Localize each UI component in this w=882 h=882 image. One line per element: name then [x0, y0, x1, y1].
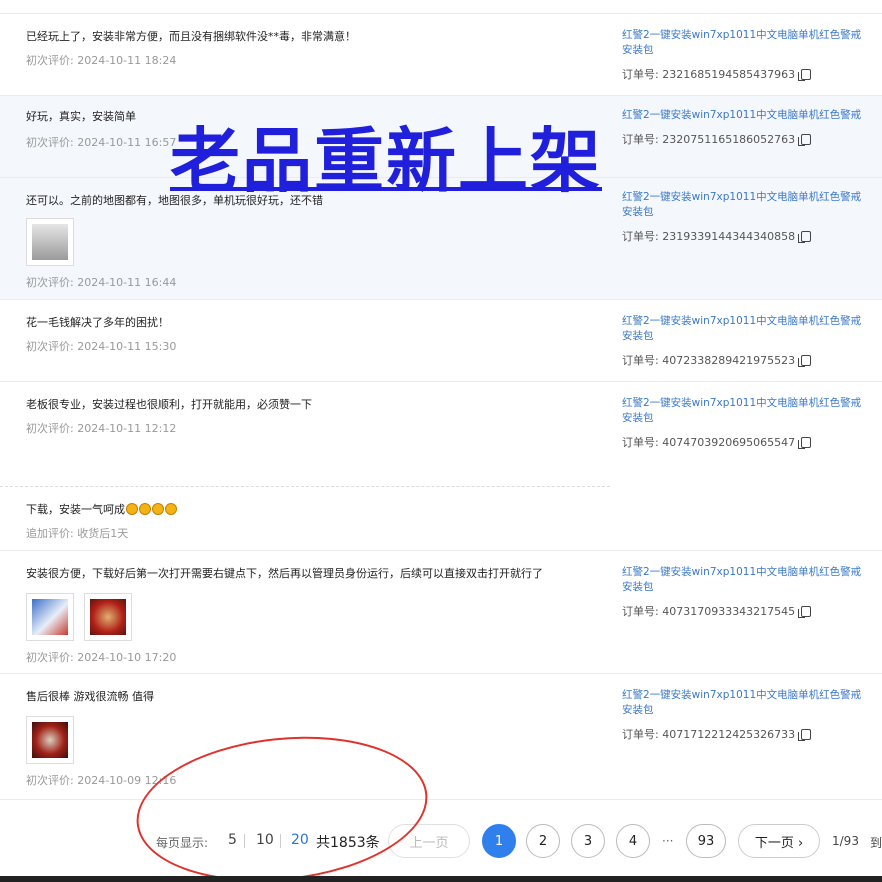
copy-icon[interactable] [798, 436, 812, 449]
review-comment: 老板很专业，安装过程也很顺利，打开就能用，必须赞一下 [26, 398, 312, 411]
product-link[interactable]: 红警2一键安装win7xp1011中文电脑单机红色警戒 [622, 28, 882, 43]
order-text: 订单号: 4071712212425326733 [622, 728, 796, 741]
product-link-cont[interactable]: 安装包 [622, 703, 882, 718]
product-link-cont[interactable]: 安装包 [622, 580, 882, 595]
review-product-info: 红警2一键安装win7xp1011中文电脑单机红色警戒 安装包 订单号: 407… [622, 396, 882, 450]
clap-emoji-icon [126, 503, 138, 515]
order-text: 订单号: 2320751165186052763 [622, 133, 796, 146]
review-row: 花一毛钱解决了多年的困扰！ 初次评价: 2024-10-11 15:30 红警2… [0, 300, 882, 382]
review-comment: 好玩，真实，安装简单 [26, 110, 136, 123]
order-number: 订单号: 2321685194585437963 [622, 66, 882, 82]
page-ellipsis: ··· [662, 834, 674, 848]
review-image[interactable] [26, 716, 74, 764]
order-number: 订单号: 4072338289421975523 [622, 352, 882, 368]
copy-icon[interactable] [798, 133, 812, 146]
review-row: 售后很棒 游戏很流畅 值得 初次评价: 2024-10-09 12:16 红警2… [0, 674, 882, 800]
bottom-scrollbar [0, 876, 882, 882]
page-4[interactable]: 4 [616, 824, 650, 858]
review-images [26, 593, 132, 641]
copy-icon[interactable] [798, 728, 812, 741]
copy-icon[interactable] [798, 68, 812, 81]
product-link[interactable]: 红警2一键安装win7xp1011中文电脑单机红色警戒 [622, 565, 882, 580]
order-text: 订单号: 4072338289421975523 [622, 354, 796, 367]
order-number: 订单号: 4071712212425326733 [622, 726, 882, 742]
review-row: 安装很方便，下载好后第一次打开需要右键点下，然后再以管理员身份运行，后续可以直接… [0, 550, 882, 674]
review-product-info: 红警2一键安装win7xp1011中文电脑单机红色警戒 安装包 订单号: 407… [622, 688, 882, 742]
product-link[interactable]: 红警2一键安装win7xp1011中文电脑单机红色警戒 [622, 314, 882, 329]
page-3[interactable]: 3 [571, 824, 605, 858]
followup-meta: 追加评价: 收货后1天 [26, 527, 129, 540]
followup-review: 下载，安装一气呵成 追加评价: 收货后1天 [0, 486, 610, 550]
review-image[interactable] [84, 593, 132, 641]
review-date: 初次评价: 2024-10-11 16:44 [26, 276, 177, 289]
promo-overlay-text: 老品重新上架 [170, 120, 602, 202]
order-number: 订单号: 2320751165186052763 [622, 131, 882, 147]
review-image[interactable] [26, 593, 74, 641]
page-size-5[interactable]: 5 [228, 832, 237, 848]
product-link[interactable]: 红警2一键安装win7xp1011中文电脑单机红色警戒 [622, 396, 882, 411]
total-count: 共1853条 [316, 835, 380, 851]
review-date: 初次评价: 2024-10-11 15:30 [26, 340, 177, 353]
review-product-info: 红警2一键安装win7xp1011中文电脑单机红色警戒 安装包 订单号: 231… [622, 190, 882, 244]
review-date: 初次评价: 2024-10-10 17:20 [26, 651, 177, 664]
review-comment: 安装很方便，下载好后第一次打开需要右键点下，然后再以管理员身份运行，后续可以直接… [26, 567, 543, 580]
product-link[interactable]: 红警2一键安装win7xp1011中文电脑单机红色警戒 [622, 190, 882, 205]
order-number: 订单号: 2319339144344340858 [622, 228, 882, 244]
page-1[interactable]: 1 [482, 824, 516, 858]
order-text: 订单号: 2321685194585437963 [622, 68, 796, 81]
review-product-info: 红警2一键安装win7xp1011中文电脑单机红色警戒 订单号: 2320751… [622, 108, 882, 147]
prev-page-button[interactable]: 上一页 [388, 824, 470, 858]
review-comment: 已经玩上了，安装非常方便，而且没有捆绑软件没**毒，非常满意！ [26, 30, 356, 43]
review-date: 初次评价: 2024-10-11 12:12 [26, 422, 177, 435]
next-page-button[interactable]: 下一页 › [738, 824, 820, 858]
product-link-cont[interactable]: 安装包 [622, 329, 882, 344]
review-row: 老板很专业，安装过程也很顺利，打开就能用，必须赞一下 初次评价: 2024-10… [0, 382, 882, 486]
order-number: 订单号: 4074703920695065547 [622, 434, 882, 450]
clap-emoji-icon [165, 503, 177, 515]
review-row: 已经玩上了，安装非常方便，而且没有捆绑软件没**毒，非常满意！ 初次评价: 20… [0, 14, 882, 96]
review-date: 初次评价: 2024-10-09 12:16 [26, 774, 177, 787]
page-size-10[interactable]: 10 [256, 832, 274, 848]
review-date: 初次评价: 2024-10-11 16:57 [26, 136, 177, 149]
order-text: 订单号: 4073170933343217545 [622, 605, 796, 618]
review-comment: 售后很棒 游戏很流畅 值得 [26, 690, 154, 703]
page-size-divider [280, 834, 281, 848]
review-date: 初次评价: 2024-10-11 18:24 [26, 54, 177, 67]
pagination: 每页显示: 5 10 20 共1853条 上一页 1 2 3 4 ··· 93 … [0, 820, 882, 864]
product-link-cont[interactable]: 安装包 [622, 43, 882, 58]
product-link-cont[interactable]: 安装包 [622, 205, 882, 220]
review-image[interactable] [26, 218, 74, 266]
order-text: 订单号: 4074703920695065547 [622, 436, 796, 449]
goto-label: 到 [870, 836, 882, 850]
review-images [26, 218, 74, 266]
product-link[interactable]: 红警2一键安装win7xp1011中文电脑单机红色警戒 [622, 108, 882, 123]
product-link-cont[interactable]: 安装包 [622, 411, 882, 426]
followup-text: 下载，安装一气呵成 [26, 501, 177, 517]
order-number: 订单号: 4073170933343217545 [622, 603, 882, 619]
order-text: 订单号: 2319339144344340858 [622, 230, 796, 243]
followup-comment: 下载，安装一气呵成 [26, 503, 125, 516]
review-product-info: 红警2一键安装win7xp1011中文电脑单机红色警戒 安装包 订单号: 407… [622, 565, 882, 619]
review-images [26, 716, 74, 764]
page-2[interactable]: 2 [526, 824, 560, 858]
review-product-info: 红警2一键安装win7xp1011中文电脑单机红色警戒 安装包 订单号: 232… [622, 28, 882, 82]
page-size-20[interactable]: 20 [291, 832, 309, 848]
clap-emoji-icon [152, 503, 164, 515]
review-product-info: 红警2一键安装win7xp1011中文电脑单机红色警戒 安装包 订单号: 407… [622, 314, 882, 368]
per-page-label: 每页显示: [156, 836, 209, 850]
page-last[interactable]: 93 [686, 824, 726, 858]
page-info: 1/93 [832, 834, 859, 848]
copy-icon[interactable] [798, 605, 812, 618]
review-comment: 花一毛钱解决了多年的困扰！ [26, 316, 169, 329]
clap-emoji-icon [139, 503, 151, 515]
product-link[interactable]: 红警2一键安装win7xp1011中文电脑单机红色警戒 [622, 688, 882, 703]
copy-icon[interactable] [798, 230, 812, 243]
page-size-divider [244, 834, 245, 848]
copy-icon[interactable] [798, 354, 812, 367]
